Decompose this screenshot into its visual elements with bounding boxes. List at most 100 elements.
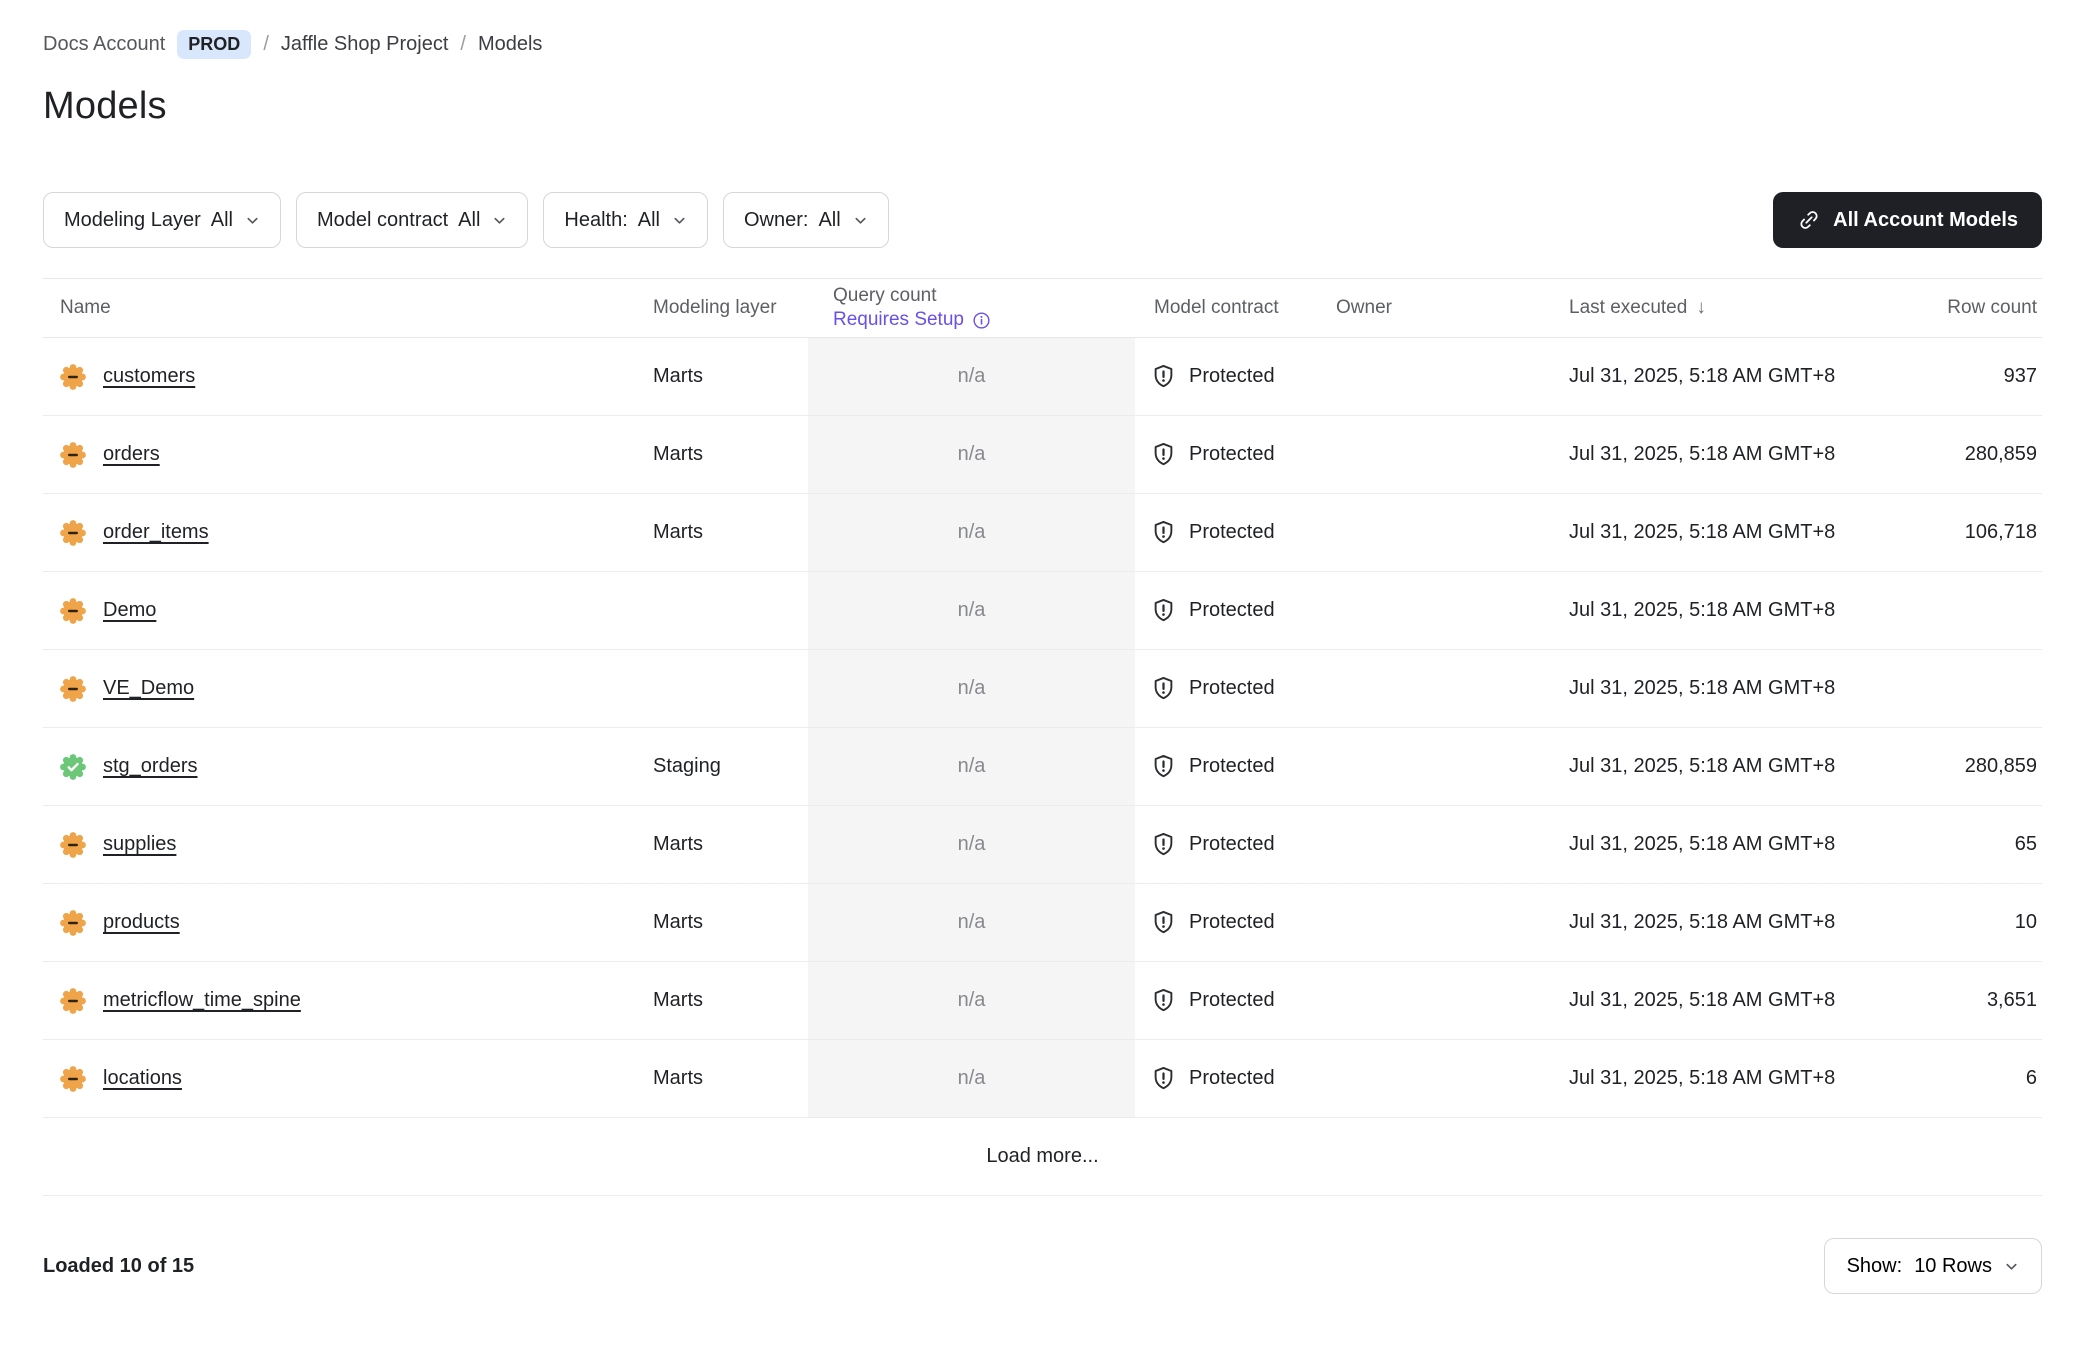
column-header-name: Name <box>43 279 653 337</box>
model-contract-cell: Protected <box>1135 1040 1317 1117</box>
table-row: locations Marts n/a Protected Jul 31, 20… <box>43 1040 2042 1118</box>
breadcrumb-separator: / <box>460 33 466 56</box>
owner-cell <box>1317 884 1550 961</box>
row-count-cell: 106,718 <box>1870 494 2042 571</box>
filter-health[interactable]: Health: All <box>543 192 708 248</box>
breadcrumb-project-link[interactable]: Jaffle Shop Project <box>281 33 449 56</box>
health-status-icon <box>60 988 86 1014</box>
shield-exclamation-icon <box>1150 441 1177 468</box>
owner-cell <box>1317 806 1550 883</box>
table-row: supplies Marts n/a Protected Jul 31, 202… <box>43 806 2042 884</box>
shield-exclamation-icon <box>1150 831 1177 858</box>
model-contract-label: Protected <box>1189 365 1275 388</box>
column-header-row-count: Row count <box>1870 279 2042 337</box>
last-executed-cell: Jul 31, 2025, 5:18 AM GMT+8 <box>1550 338 1870 415</box>
requires-setup-link[interactable]: Requires Setup <box>833 309 992 331</box>
owner-cell <box>1317 962 1550 1039</box>
query-count-cell: n/a <box>808 650 1135 727</box>
show-rows-dropdown[interactable]: Show: 10 Rows <box>1824 1238 2042 1294</box>
modeling-layer-cell <box>653 572 808 649</box>
model-name-link[interactable]: supplies <box>103 833 176 856</box>
model-contract-label: Protected <box>1189 755 1275 778</box>
filter-label: Owner: <box>744 209 808 232</box>
row-count-cell: 280,859 <box>1870 728 2042 805</box>
model-contract-label: Protected <box>1189 521 1275 544</box>
load-more-row: Load more... <box>43 1118 2042 1196</box>
model-contract-label: Protected <box>1189 989 1275 1012</box>
model-contract-cell: Protected <box>1135 884 1317 961</box>
table-row: stg_orders Staging n/a Protected Jul 31,… <box>43 728 2042 806</box>
model-name-link[interactable]: order_items <box>103 521 209 544</box>
model-name-link[interactable]: Demo <box>103 599 156 622</box>
load-more-button[interactable]: Load more... <box>986 1145 1098 1168</box>
model-contract-label: Protected <box>1189 599 1275 622</box>
table-row: VE_Demo n/a Protected Jul 31, 2025, 5:18… <box>43 650 2042 728</box>
loaded-status: Loaded 10 of 15 <box>43 1255 194 1278</box>
last-executed-cell: Jul 31, 2025, 5:18 AM GMT+8 <box>1550 416 1870 493</box>
filter-bar: Modeling Layer All Model contract All He… <box>43 192 1773 248</box>
shield-exclamation-icon <box>1150 1065 1177 1092</box>
shield-exclamation-icon <box>1150 675 1177 702</box>
modeling-layer-cell: Marts <box>653 962 808 1039</box>
query-count-cell: n/a <box>808 806 1135 883</box>
model-name-link[interactable]: products <box>103 911 180 934</box>
model-name-link[interactable]: metricflow_time_spine <box>103 989 301 1012</box>
filter-value: All <box>458 209 480 232</box>
name-cell: supplies <box>43 806 653 883</box>
filter-modeling-layer[interactable]: Modeling Layer All <box>43 192 281 248</box>
query-count-label: Query count <box>833 285 937 307</box>
name-cell: metricflow_time_spine <box>43 962 653 1039</box>
modeling-layer-cell: Marts <box>653 338 808 415</box>
shield-exclamation-icon <box>1150 753 1177 780</box>
table-row: orders Marts n/a Protected Jul 31, 2025,… <box>43 416 2042 494</box>
owner-cell <box>1317 338 1550 415</box>
all-account-models-button[interactable]: All Account Models <box>1773 192 2042 248</box>
table-header: Name Modeling layer Query count Requires… <box>43 278 2042 338</box>
last-executed-cell: Jul 31, 2025, 5:18 AM GMT+8 <box>1550 1040 1870 1117</box>
table-row: order_items Marts n/a Protected Jul 31, … <box>43 494 2042 572</box>
name-cell: Demo <box>43 572 653 649</box>
health-status-icon <box>60 364 86 390</box>
row-count-cell: 3,651 <box>1870 962 2042 1039</box>
sort-descending-icon: ↓ <box>1696 297 1706 319</box>
shield-exclamation-icon <box>1150 519 1177 546</box>
modeling-layer-cell: Staging <box>653 728 808 805</box>
row-count-cell: 6 <box>1870 1040 2042 1117</box>
filter-model-contract[interactable]: Model contract All <box>296 192 528 248</box>
toolbar: Modeling Layer All Model contract All He… <box>43 192 2042 248</box>
query-count-cell: n/a <box>808 338 1135 415</box>
filter-label: Health: <box>564 209 627 232</box>
model-contract-cell: Protected <box>1135 962 1317 1039</box>
model-contract-cell: Protected <box>1135 416 1317 493</box>
show-rows-value: 10 Rows <box>1914 1255 1992 1278</box>
owner-cell <box>1317 650 1550 727</box>
name-cell: orders <box>43 416 653 493</box>
chevron-down-icon <box>2004 1259 2019 1274</box>
query-count-cell: n/a <box>808 416 1135 493</box>
chevron-down-icon <box>492 213 507 228</box>
model-contract-label: Protected <box>1189 677 1275 700</box>
last-executed-cell: Jul 31, 2025, 5:18 AM GMT+8 <box>1550 650 1870 727</box>
model-name-link[interactable]: orders <box>103 443 160 466</box>
model-contract-label: Protected <box>1189 911 1275 934</box>
model-name-link[interactable]: customers <box>103 365 195 388</box>
model-contract-label: Protected <box>1189 1067 1275 1090</box>
row-count-cell: 10 <box>1870 884 2042 961</box>
breadcrumb-current-page: Models <box>478 33 542 56</box>
model-name-link[interactable]: locations <box>103 1067 182 1090</box>
modeling-layer-cell: Marts <box>653 494 808 571</box>
model-name-link[interactable]: stg_orders <box>103 755 198 778</box>
query-count-cell: n/a <box>808 884 1135 961</box>
breadcrumb-account-link[interactable]: Docs Account <box>43 33 165 56</box>
model-name-link[interactable]: VE_Demo <box>103 677 194 700</box>
model-contract-cell: Protected <box>1135 728 1317 805</box>
column-header-last-executed[interactable]: Last executed ↓ <box>1550 279 1870 337</box>
model-contract-cell: Protected <box>1135 338 1317 415</box>
owner-cell <box>1317 494 1550 571</box>
name-cell: order_items <box>43 494 653 571</box>
shield-exclamation-icon <box>1150 597 1177 624</box>
last-executed-cell: Jul 31, 2025, 5:18 AM GMT+8 <box>1550 806 1870 883</box>
model-contract-label: Protected <box>1189 443 1275 466</box>
owner-cell <box>1317 572 1550 649</box>
filter-owner[interactable]: Owner: All <box>723 192 889 248</box>
